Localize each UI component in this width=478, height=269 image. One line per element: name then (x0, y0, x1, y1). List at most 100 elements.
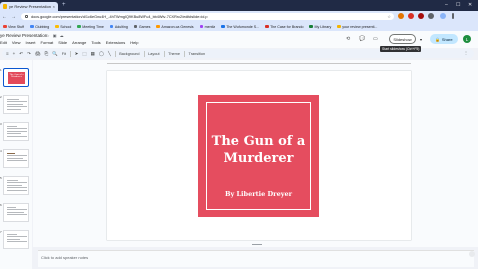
menu-tools[interactable]: Tools (91, 40, 100, 45)
menu-extensions[interactable]: Extensions (106, 40, 126, 45)
redo-icon[interactable]: ↷ (27, 51, 31, 57)
minimize-icon[interactable]: – (445, 2, 448, 8)
shape-icon[interactable]: ◯ (99, 51, 104, 57)
url-text: docs.google.com/presentation/d/1c6eGnu4H… (31, 14, 208, 19)
extension-icon[interactable] (398, 13, 404, 19)
slide-number: 6 (0, 203, 2, 207)
close-window-icon[interactable]: ✕ (468, 2, 472, 8)
zoom-fit-select[interactable]: Fit (62, 52, 66, 56)
bookmark-item[interactable]: The Case for Brando (265, 25, 303, 29)
url-field[interactable]: docs.google.com/presentation/d/1c6eGnu4H… (21, 13, 394, 20)
avatar[interactable]: L (463, 35, 471, 43)
explore-icon[interactable] (469, 251, 475, 257)
menus-icon[interactable]: ≡ (6, 51, 9, 56)
profile-icon[interactable] (440, 13, 446, 19)
bookmark-label: mentlz (204, 24, 216, 29)
extension-icon[interactable] (408, 13, 414, 19)
thumbnail-text-lines (7, 99, 27, 111)
bookmark-item[interactable]: Games (133, 24, 150, 29)
background-button[interactable]: Background (119, 52, 139, 56)
bookmark-item[interactable]: Meeting Time (77, 25, 104, 29)
slide-thumbnail[interactable] (3, 149, 29, 168)
image-icon[interactable]: ▦ (91, 51, 95, 57)
bookmark-label: View Stuff (8, 24, 25, 29)
transition-button[interactable]: Transition (189, 52, 206, 56)
bookmark-item[interactable]: Clubbing (30, 25, 49, 29)
star-move-cloud-icons[interactable]: ☆ ▣ ☁ (46, 33, 65, 38)
bookmark-favicon-icon (265, 24, 269, 29)
speaker-notes-placeholder: Click to add speaker notes (41, 255, 89, 260)
version-history-icon[interactable]: ⟲ (346, 36, 350, 42)
slide-thumbnail[interactable] (3, 176, 29, 195)
menu-slide[interactable]: Slide (58, 40, 67, 45)
bookmark-favicon-icon (133, 24, 138, 29)
bookmark-item[interactable]: The Wufumonde S... (221, 25, 259, 29)
book-author: By Libertie Dreyer (224, 190, 293, 198)
bookmark-label: Clubbing (35, 24, 50, 29)
slide-number: 5 (0, 176, 2, 180)
layout-button[interactable]: Layout (148, 52, 159, 56)
document-title[interactable]: ye Review Presentation (0, 33, 47, 38)
meet-icon[interactable]: ▭ (373, 36, 378, 42)
menu-help[interactable]: Help (130, 40, 138, 45)
bookmark-item[interactable]: View Stuff (3, 25, 24, 29)
slide-filmstrip: 1 The Gun of a Murderer 2 3 4 5 6 7 (0, 60, 32, 269)
tab-close-icon[interactable]: × (53, 4, 55, 9)
thumbnail-text-lines (7, 207, 27, 217)
slideshow-tooltip: Start slideshow (Ctrl+F5) (380, 46, 422, 52)
bookmark-item[interactable]: mentlz (199, 24, 216, 29)
speaker-notes[interactable]: Click to add speaker notes (38, 250, 474, 267)
bookmark-item[interactable]: Amazon.ca Genesis (156, 25, 194, 29)
new-tab-button[interactable]: + (62, 2, 66, 8)
bookmark-item[interactable]: your review presenti... (337, 25, 377, 29)
undo-icon[interactable]: ↶ (19, 51, 23, 57)
bookmark-item[interactable]: School (55, 25, 71, 29)
new-slide-icon[interactable]: + (13, 51, 16, 56)
maximize-icon[interactable]: ☐ (456, 2, 460, 8)
more-options-icon[interactable]: ⋮ (464, 50, 468, 55)
book-cover-image[interactable]: The Gun of a Murderer By Libertie Dreyer (198, 95, 319, 217)
select-icon[interactable]: ➤ (75, 51, 79, 57)
paint-format-icon[interactable]: ⎘ (45, 51, 49, 56)
bookmark-item[interactable]: Adulting (109, 25, 128, 29)
slideshow-button[interactable]: Slideshow (389, 34, 416, 44)
menu-bar: Edit View Insert Format Slide Arrange To… (0, 40, 139, 45)
back-icon[interactable]: ← (0, 14, 9, 20)
menu-arrange[interactable]: Arrange (72, 40, 86, 45)
line-icon[interactable]: ╲ (108, 51, 111, 57)
zoom-icon[interactable]: 🔍 (52, 51, 58, 57)
slide-number: 1 (0, 68, 2, 72)
site-info-icon[interactable] (25, 15, 28, 18)
bookmark-favicon-icon (55, 24, 59, 29)
notes-resize-handle[interactable] (252, 244, 262, 245)
slide-thumbnail[interactable] (3, 203, 29, 222)
toolbar-divider (143, 50, 145, 57)
bookmark-star-icon[interactable]: ☆ (387, 14, 391, 19)
browser-tab[interactable]: ye Review Presentation - Go... × (0, 2, 58, 11)
print-icon[interactable]: 🖨 (35, 51, 41, 57)
slide-thumbnail[interactable] (3, 122, 29, 141)
bookmark-label: School (60, 24, 72, 29)
slide-thumbnail-selected[interactable]: The Gun of a Murderer (3, 68, 29, 87)
toolbar-divider (114, 50, 116, 57)
browser-menu-icon[interactable] (452, 13, 454, 19)
bookmark-item[interactable]: My Library (309, 25, 331, 29)
share-button[interactable]: 🔒 Share (430, 34, 458, 44)
menu-edit[interactable]: Edit (0, 40, 7, 45)
menu-insert[interactable]: Insert (26, 40, 36, 45)
comments-icon[interactable]: 💬 (359, 36, 365, 42)
extensions-puzzle-icon[interactable] (428, 13, 434, 19)
extension-icon[interactable] (418, 13, 424, 19)
slide-thumbnail[interactable] (3, 95, 29, 114)
book-title: The Gun of a Murderer (211, 134, 306, 166)
slide-thumbnail[interactable] (3, 230, 29, 249)
slideshow-dropdown-icon[interactable]: ▾ (417, 34, 425, 44)
bookmark-favicon-icon (221, 24, 225, 29)
text-box-icon[interactable]: ⬚ (82, 51, 86, 57)
menu-format[interactable]: Format (41, 40, 54, 45)
thumbnail-cover: The Gun of a Murderer (8, 72, 25, 84)
slide-editor[interactable]: The Gun of a Murderer By Libertie Dreyer (107, 71, 411, 240)
forward-icon[interactable]: → (9, 14, 18, 20)
menu-view[interactable]: View (12, 40, 21, 45)
theme-button[interactable]: Theme (168, 52, 180, 56)
